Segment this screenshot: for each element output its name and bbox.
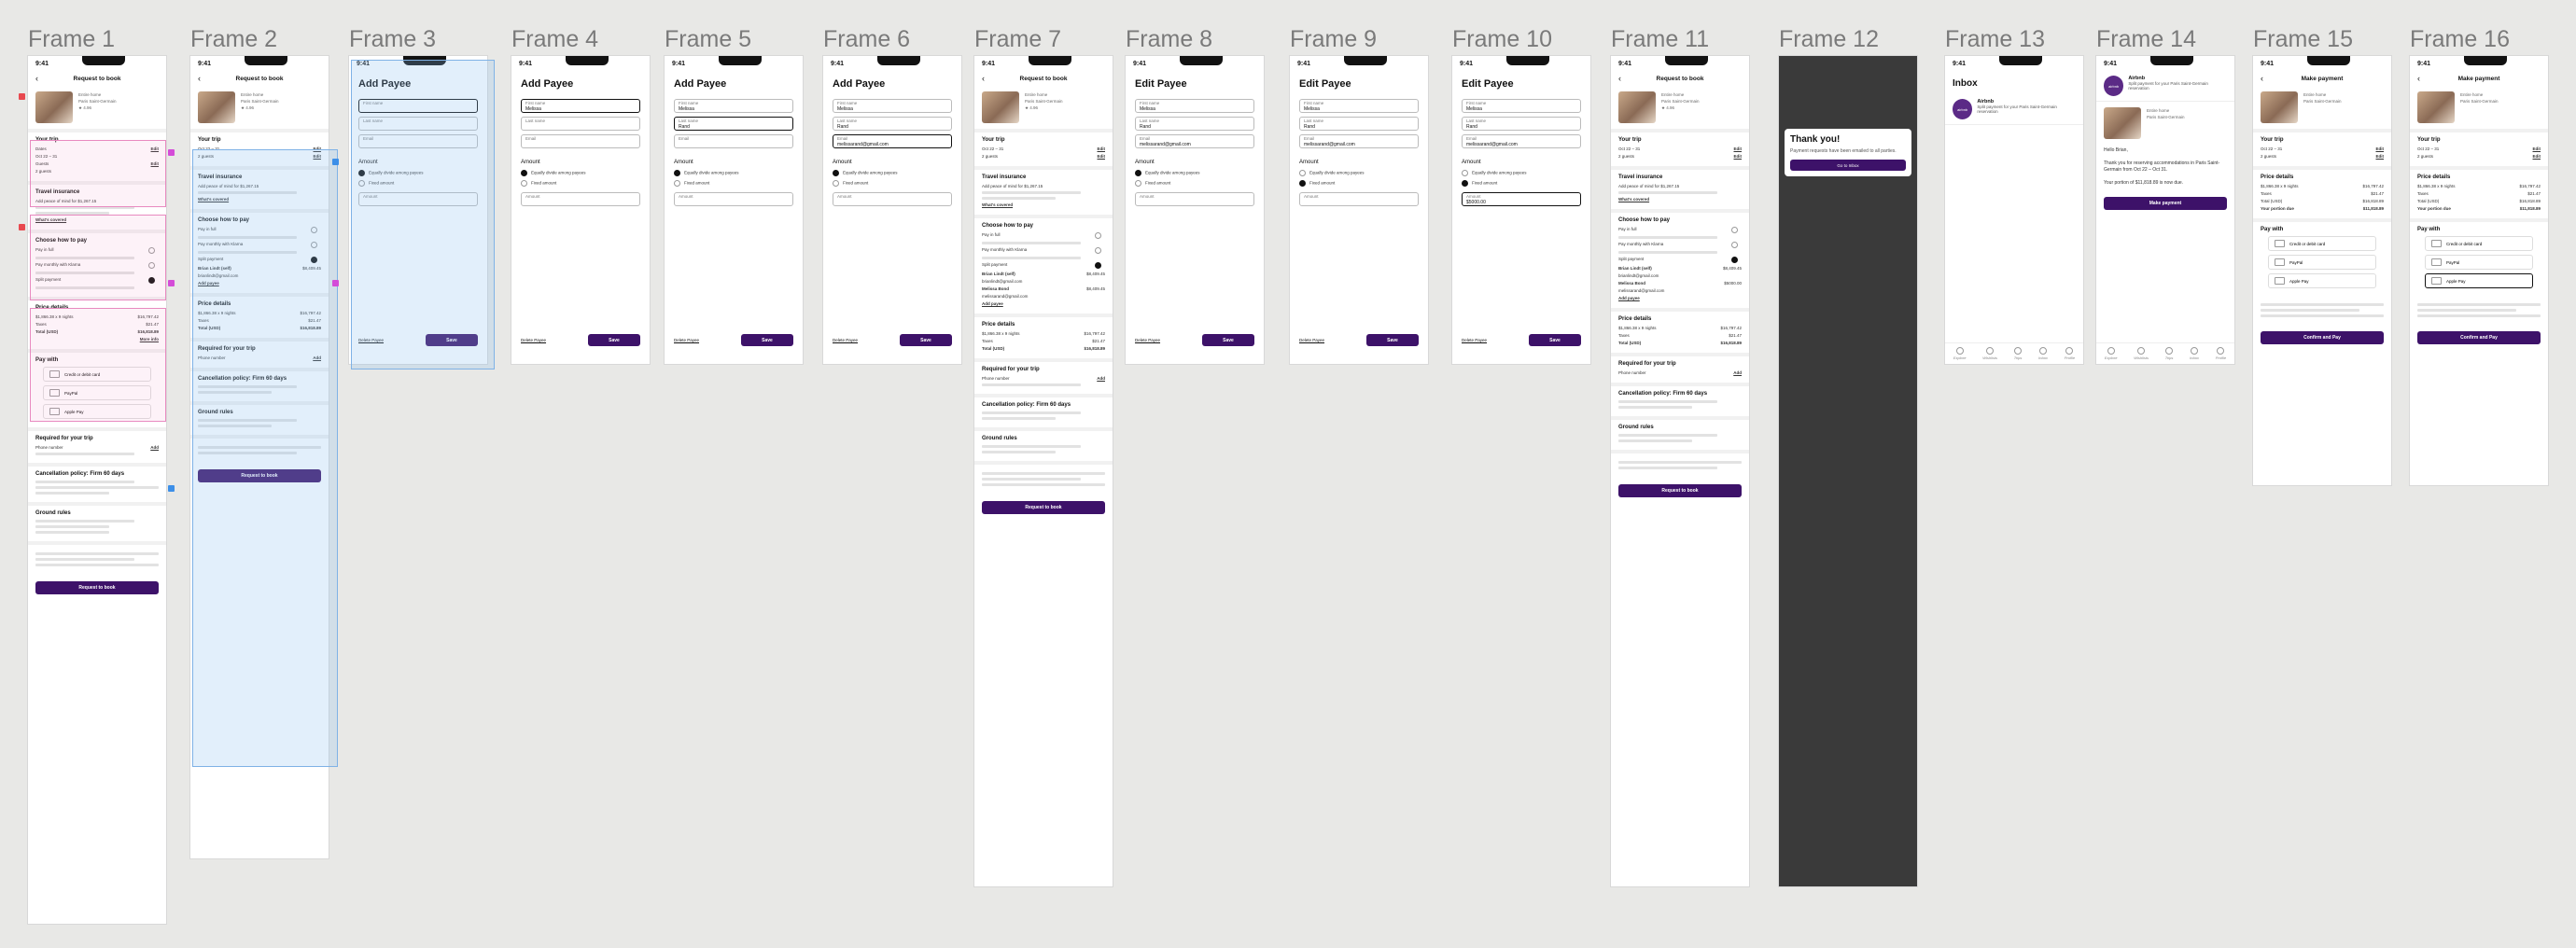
- notch: [82, 56, 125, 65]
- frame-4-add-payee: 9:41 Add Payee First name Melissa Last na…: [511, 56, 650, 364]
- annotation-pin: [168, 280, 175, 286]
- annotation-pin: [19, 93, 25, 100]
- annotation-pin: [168, 485, 175, 492]
- airbnb-icon: [2014, 347, 2023, 355]
- frame-label-8: Frame 8: [1126, 26, 1213, 52]
- annotation-highlight: [30, 140, 166, 207]
- listing-photo: [35, 91, 73, 123]
- modal-title: Thank you!: [1790, 134, 1841, 145]
- frame-label-16: Frame 16: [2410, 26, 2510, 52]
- back-arrow-icon[interactable]: ‹: [198, 74, 201, 83]
- nav-title: Request to book: [73, 75, 121, 82]
- search-icon: [1955, 347, 1964, 355]
- annotation-highlight: [30, 215, 166, 300]
- tab-explore[interactable]: Explore: [1953, 347, 1966, 360]
- tab-wishlists[interactable]: Wishlists: [1982, 347, 1997, 360]
- confirm-and-pay-button[interactable]: Confirm and Pay: [2261, 331, 2384, 344]
- frame-label-13: Frame 13: [1945, 26, 2045, 52]
- frame-label-9: Frame 9: [1290, 26, 1378, 52]
- frame-14-message: 9:41 airbnb Airbnb Split payment for your …: [2096, 56, 2234, 364]
- tab-profile[interactable]: Profile: [2065, 347, 2075, 360]
- paypal-icon: [2275, 258, 2285, 266]
- profile-icon: [2065, 347, 2074, 355]
- make-payment-button[interactable]: Make payment: [2104, 197, 2227, 210]
- go-to-inbox-button[interactable]: Go to Inbox: [1790, 160, 1906, 171]
- frame-label-6: Frame 6: [823, 26, 911, 52]
- annotation-pin: [332, 280, 339, 286]
- frame-13-inbox: 9:41 Inbox airbnb Airbnb Split payment for…: [1945, 56, 2083, 364]
- frame-16-make-payment: 9:41 ‹ Make payment Entire home Paris Sain…: [2410, 56, 2548, 485]
- frame-label-5: Frame 5: [665, 26, 752, 52]
- email-field[interactable]: Email: [521, 134, 640, 148]
- frame-15-make-payment: 9:41 ‹ Make payment Entire home Paris Sain…: [2253, 56, 2391, 485]
- annotation-pin: [19, 224, 25, 230]
- message-icon: [2039, 347, 2048, 355]
- first-name-field[interactable]: First name Melissa: [521, 99, 640, 113]
- listing-photo: [198, 91, 235, 123]
- page-title: Inbox: [1953, 78, 1978, 89]
- frame-8-edit-payee: 9:41 Edit Payee First name Melissa Last n…: [1126, 56, 1264, 364]
- frame-label-15: Frame 15: [2253, 26, 2353, 52]
- annotation-pin: [168, 149, 175, 156]
- frame-label-10: Frame 10: [1452, 26, 1552, 52]
- annotation-highlight: [30, 308, 166, 422]
- apple-pay-icon: [2275, 277, 2285, 285]
- frame-label-1: Frame 1: [28, 26, 116, 52]
- frame-5-add-payee: 9:41 Add Payee First name Melissa Last na…: [665, 56, 803, 364]
- frame-7-request-to-book: 9:41 ‹ Request to book Entire home Paris S…: [974, 56, 1113, 886]
- last-name-field[interactable]: Last name: [521, 117, 640, 131]
- frame-9-edit-payee: 9:41 Edit Payee First name Melissa Last n…: [1290, 56, 1428, 364]
- tab-inbox[interactable]: Inbox: [2038, 347, 2048, 360]
- tab-bar: Explore Wishlists Trips Inbox Profile: [1945, 342, 2083, 364]
- nav-bar: ‹ Request to book: [28, 71, 166, 86]
- tab-trips[interactable]: Trips: [2014, 347, 2023, 360]
- frame-12-thank-you: Thank you! Payment requests have been em…: [1779, 56, 1917, 886]
- frame-label-4: Frame 4: [511, 26, 599, 52]
- frame-label-11: Frame 11: [1611, 26, 1710, 52]
- thank-you-modal: Thank you! Payment requests have been em…: [1785, 129, 1911, 176]
- inbox-message[interactable]: airbnb Airbnb Split payment for your Paris…: [1945, 94, 2083, 125]
- frame-label-14: Frame 14: [2096, 26, 2196, 52]
- selection-overlay: [351, 60, 495, 369]
- frame-label-3: Frame 3: [349, 26, 437, 52]
- frame-10-edit-payee: 9:41 Edit Payee First name Melissa Last n…: [1452, 56, 1590, 364]
- frame-label-12: Frame 12: [1779, 26, 1879, 52]
- selection-overlay: [192, 149, 338, 767]
- request-to-book-button[interactable]: Request to book: [35, 581, 159, 594]
- annotation-pin: [332, 159, 339, 165]
- frame-6-add-payee: 9:41 Add Payee First name Melissa Last na…: [823, 56, 961, 364]
- frame-label-2: Frame 2: [190, 26, 278, 52]
- frame-label-7: Frame 7: [974, 26, 1062, 52]
- airbnb-avatar: airbnb: [1953, 99, 1973, 119]
- back-arrow-icon[interactable]: ‹: [35, 74, 38, 83]
- card-icon: [2275, 240, 2285, 247]
- listing-card: Entire home Paris Saint-Germain ★ 4.96: [28, 86, 166, 129]
- frame-11-request-to-book: 9:41 ‹ Request to book Entire home Paris S…: [1611, 56, 1749, 886]
- add-phone-button[interactable]: Add: [150, 445, 159, 450]
- status-time: 9:41: [35, 60, 49, 67]
- heart-icon: [1986, 347, 1995, 355]
